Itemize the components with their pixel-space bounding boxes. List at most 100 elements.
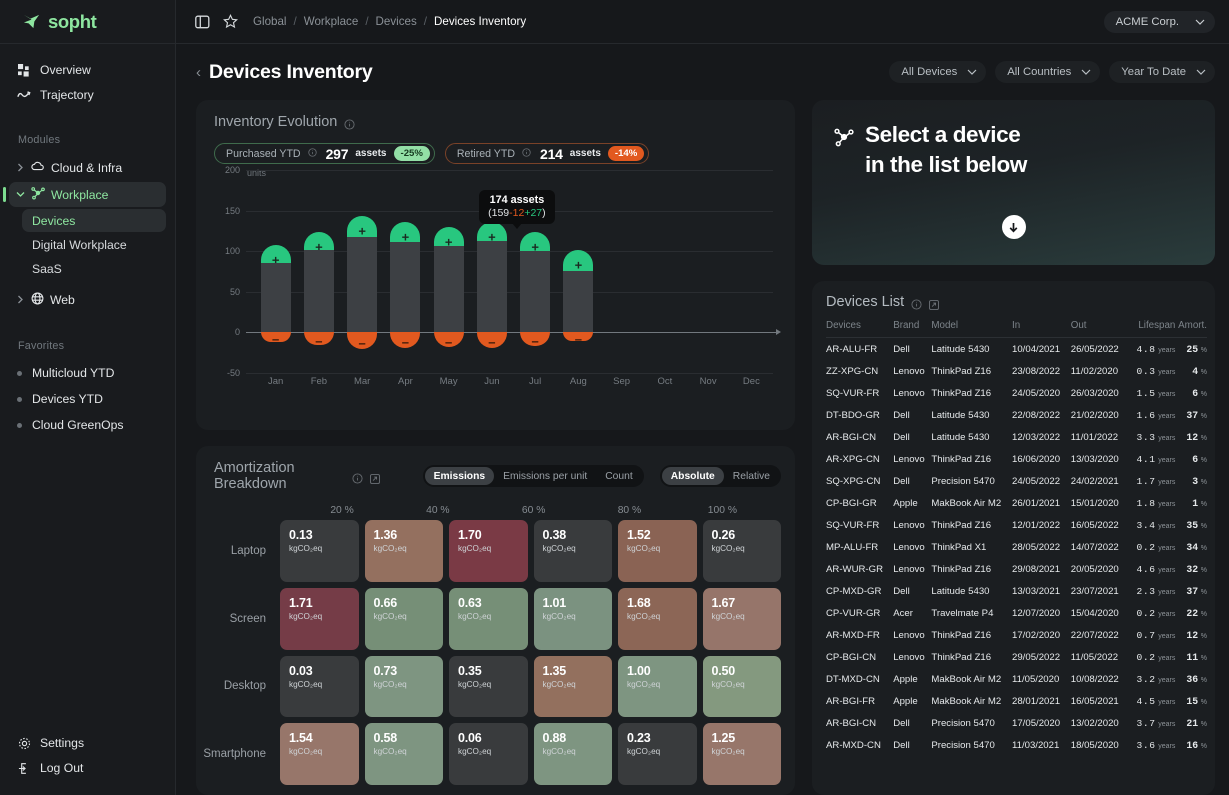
heatmap-cell[interactable]: 0.50 kgCO₂eq <box>702 655 781 718</box>
column-header-model[interactable]: Model <box>931 320 1013 338</box>
stat-retired-ytd[interactable]: Retired YTD 214 assets -14% <box>444 143 650 164</box>
heatmap-cell[interactable]: 0.63 kgCO₂eq <box>449 587 528 650</box>
heatmap-cell[interactable]: 1.01 kgCO₂eq <box>533 587 612 650</box>
table-row[interactable]: AR-XPG-CN Lenovo ThinkPad Z16 16/06/2020 13/… <box>826 448 1207 470</box>
expand-icon[interactable] <box>929 297 940 310</box>
sidebar-item-settings[interactable]: Settings <box>9 731 166 755</box>
heatmap-cell[interactable]: 0.38 kgCO₂eq <box>533 520 612 582</box>
chart-bar-column[interactable]: Sep <box>600 170 643 395</box>
column-header-in[interactable]: In <box>1012 320 1071 338</box>
sidebar-item-web[interactable]: Web <box>9 287 166 312</box>
info-icon[interactable] <box>307 148 319 159</box>
sidebar-subitem-digital-workplace[interactable]: Digital Workplace <box>22 233 166 256</box>
chart-bar-column[interactable]: + – May <box>427 170 470 395</box>
table-row[interactable]: MP-ALU-FR Lenovo ThinkPad X1 28/05/2022 14/0… <box>826 536 1207 558</box>
metric-toggle-group[interactable]: Emissions Emissions per unit Count <box>422 465 644 487</box>
table-row[interactable]: SQ-VUR-FR Lenovo ThinkPad Z16 12/01/2022 16/… <box>826 514 1207 536</box>
heatmap-cell[interactable]: 1.00 kgCO₂eq <box>618 655 697 718</box>
heatmap-cell[interactable]: 0.73 kgCO₂eq <box>364 655 443 718</box>
nav-item-overview[interactable]: Overview <box>9 58 166 82</box>
table-row[interactable]: AR-BGI-CN Dell Precision 5470 17/05/2020 13/… <box>826 712 1207 734</box>
star-icon[interactable] <box>220 12 240 32</box>
table-row[interactable]: SQ-XPG-CN Dell Precision 5470 24/05/2022 24/… <box>826 470 1207 492</box>
expand-icon[interactable] <box>369 471 380 484</box>
heatmap-cell[interactable]: 0.06 kgCO₂eq <box>449 723 528 785</box>
column-header-out[interactable]: Out <box>1070 320 1130 338</box>
back-button[interactable]: ‹ <box>196 64 201 81</box>
chart-bar-column[interactable]: + – Mar <box>341 170 384 395</box>
nav-item-trajectory[interactable]: Trajectory <box>9 83 166 107</box>
arrow-down-circle-icon[interactable] <box>1001 215 1026 239</box>
heatmap-cell[interactable]: 0.13 kgCO₂eq <box>280 520 359 582</box>
table-row[interactable]: ZZ-XPG-CN Lenovo ThinkPad Z16 23/08/2022 11/… <box>826 360 1207 382</box>
chart-bar-column[interactable]: + – Apr <box>384 170 427 395</box>
table-row[interactable]: AR-MXD-CN Dell Precision 5470 11/03/2021 18/… <box>826 734 1207 756</box>
sidebar-item-cloud-infra[interactable]: Cloud & Infra <box>9 155 166 180</box>
sidebar-item-workplace[interactable]: Workplace <box>3 182 166 207</box>
heatmap-cell[interactable]: 1.70 kgCO₂eq <box>449 520 528 582</box>
table-row[interactable]: AR-BGI-FR Apple MakBook Air M2 28/01/2021 16… <box>826 690 1207 712</box>
metric-toggle-option[interactable]: Emissions <box>424 467 495 485</box>
column-header-amort[interactable]: Amort. <box>1175 320 1207 338</box>
table-row[interactable]: CP-BGI-CN Lenovo ThinkPad Z16 29/05/2022 11/… <box>826 646 1207 668</box>
sidebar-toggle-icon[interactable] <box>192 12 212 32</box>
filter-period[interactable]: Year To Date <box>1109 61 1215 83</box>
info-icon[interactable] <box>522 148 533 159</box>
scale-toggle-option[interactable]: Absolute <box>661 467 724 485</box>
chart-bar-column[interactable]: Nov <box>687 170 730 395</box>
column-header-lifespan[interactable]: Lifespan <box>1129 320 1176 338</box>
table-row[interactable]: CP-BGI-GR Apple MakBook Air M2 26/01/2021 15… <box>826 492 1207 514</box>
heatmap-cell[interactable]: 0.58 kgCO₂eq <box>364 723 443 785</box>
sidebar-item-logout[interactable]: Log Out <box>9 756 166 780</box>
metric-toggle-option[interactable]: Emissions per unit <box>494 467 596 485</box>
heatmap-cell[interactable]: 0.88 kgCO₂eq <box>533 723 612 785</box>
column-header-devices[interactable]: Devices <box>826 320 894 338</box>
info-icon[interactable] <box>344 117 355 130</box>
metric-toggle-option[interactable]: Count <box>596 467 641 485</box>
table-row[interactable]: CP-VUR-GR Acer Travelmate P4 12/07/2020 15/0… <box>826 602 1207 624</box>
heatmap-cell[interactable]: 0.23 kgCO₂eq <box>618 723 697 785</box>
chart-bar-column[interactable]: + – Feb <box>297 170 340 395</box>
table-row[interactable]: AR-MXD-FR Lenovo ThinkPad Z16 17/02/2020 22/… <box>826 624 1207 646</box>
heatmap-cell[interactable]: 0.26 kgCO₂eq <box>702 520 781 582</box>
heatmap-cell[interactable]: 1.36 kgCO₂eq <box>364 520 443 582</box>
table-row[interactable]: CP-MXD-GR Dell Latitude 5430 13/03/2021 23/0… <box>826 580 1207 602</box>
sidebar-subitem-saas[interactable]: SaaS <box>22 257 166 280</box>
heatmap-cell[interactable]: 0.35 kgCO₂eq <box>449 655 528 718</box>
filter-all-devices[interactable]: All Devices <box>889 61 987 83</box>
chart-bar-column[interactable]: Dec <box>730 170 773 395</box>
brand-logo[interactable]: sopht <box>0 0 175 44</box>
heatmap-cell[interactable]: 1.67 kgCO₂eq <box>702 587 781 650</box>
scale-toggle-group[interactable]: Absolute Relative <box>659 465 781 487</box>
table-row[interactable]: SQ-VUR-FR Lenovo ThinkPad Z16 24/05/2020 26/… <box>826 382 1207 404</box>
breadcrumb-item-global[interactable]: Global <box>253 15 287 28</box>
table-row[interactable]: AR-WUR-GR Lenovo ThinkPad Z16 29/08/2021 20/… <box>826 558 1207 580</box>
breadcrumb-item-workplace[interactable]: Workplace <box>304 15 359 28</box>
heatmap-cell[interactable]: 1.71 kgCO₂eq <box>280 587 359 650</box>
chart-bar-column[interactable]: + – Jan <box>254 170 297 395</box>
table-row[interactable]: AR-BGI-CN Dell Latitude 5430 12/03/2022 11/0… <box>826 426 1207 448</box>
table-row[interactable]: AR-ALU-FR Dell Latitude 5430 10/04/2021 26/0… <box>826 338 1207 361</box>
heatmap-cell[interactable]: 1.52 kgCO₂eq <box>618 520 697 582</box>
heatmap-cell[interactable]: 1.25 kgCO₂eq <box>702 723 781 785</box>
sidebar-subitem-devices[interactable]: Devices <box>22 209 166 232</box>
chart-bar-column[interactable]: + – Aug <box>557 170 600 395</box>
heatmap-cell[interactable]: 1.35 kgCO₂eq <box>533 655 612 718</box>
table-row[interactable]: DT-BDO-GR Dell Latitude 5430 22/08/2022 21/0… <box>826 404 1207 426</box>
heatmap-cell[interactable]: 0.03 kgCO₂eq <box>280 655 359 718</box>
favorite-item-devices-ytd[interactable]: Devices YTD <box>9 387 166 411</box>
chart-bar-column[interactable]: Oct <box>643 170 686 395</box>
info-icon[interactable] <box>911 297 922 310</box>
org-selector[interactable]: ACME Corp. <box>1103 10 1215 33</box>
stat-purchased-ytd[interactable]: Purchased YTD 297 assets -25% <box>214 143 435 164</box>
info-icon[interactable] <box>352 471 363 484</box>
favorite-item-multicloud-ytd[interactable]: Multicloud YTD <box>9 361 166 385</box>
column-header-brand[interactable]: Brand <box>893 320 932 338</box>
heatmap-cell[interactable]: 0.66 kgCO₂eq <box>364 587 443 650</box>
heatmap-cell[interactable]: 1.68 kgCO₂eq <box>618 587 697 650</box>
inventory-bar-chart[interactable]: units 200 150 100 50 0 -50 + – Jan + – Feb + – Mar + – A… <box>214 165 781 395</box>
favorite-item-cloud-greenops[interactable]: Cloud GreenOps <box>9 413 166 437</box>
filter-all-countries[interactable]: All Countries <box>995 61 1101 83</box>
scale-toggle-option[interactable]: Relative <box>724 467 779 485</box>
heatmap-cell[interactable]: 1.54 kgCO₂eq <box>280 723 359 785</box>
